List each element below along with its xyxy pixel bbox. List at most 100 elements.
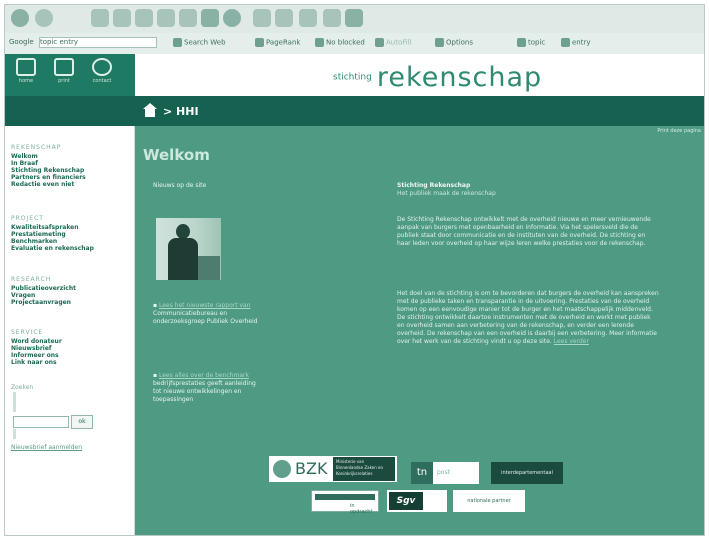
sidebar-link[interactable]: Redactie even niet: [11, 181, 74, 188]
body-paragraph: Het doel van de stichting is om te bevor…: [397, 290, 659, 346]
messenger-icon[interactable]: [345, 9, 363, 27]
news-text: bedrijfsprestaties geeft aanleiding tot …: [153, 380, 256, 403]
tnt-logo[interactable]: tn post: [411, 462, 479, 484]
newsletter-link[interactable]: Nieuwsbrief aanmelden: [11, 444, 82, 451]
sidebar-link[interactable]: Informeer ons: [11, 352, 59, 359]
site-logo[interactable]: stichting rekenschap: [333, 62, 542, 93]
partner-logo[interactable]: interdepartementaal: [491, 462, 563, 484]
pagerank-icon: [255, 38, 264, 47]
print-icon[interactable]: [275, 9, 293, 27]
sidebar-link[interactable]: Vragen: [11, 292, 35, 299]
news-link[interactable]: Lees het nieuwste rapport van: [159, 302, 251, 309]
options-label: Options: [446, 38, 474, 47]
pagerank-button[interactable]: PageRank: [255, 38, 300, 47]
pagerank-label: PageRank: [266, 38, 301, 47]
back-icon[interactable]: [11, 9, 29, 27]
google-search-input[interactable]: topic entry: [39, 37, 157, 48]
sidebar-section-title: RESEARCH: [11, 276, 52, 283]
sidebar-search-button[interactable]: ok: [71, 415, 93, 429]
sidebar-link[interactable]: Kwaliteitsafspraken: [11, 224, 79, 231]
news-text: Communicatiebureau en onderzoeksgroep Pu…: [153, 310, 258, 325]
search-input-value: topic entry: [40, 38, 78, 46]
brand-small: stichting: [333, 72, 372, 83]
favorites-star-icon[interactable]: [179, 9, 197, 27]
tnt-mark: tn: [411, 462, 433, 484]
stop-icon[interactable]: [91, 9, 109, 27]
popup-blocker-button[interactable]: No blocked: [315, 38, 365, 47]
refresh-icon[interactable]: [113, 9, 131, 27]
nav-bar: > HHI: [5, 96, 704, 126]
history-icon[interactable]: [223, 9, 241, 27]
sidebar-link[interactable]: Evaluatie en rekenschap: [11, 245, 94, 252]
search-icon: [173, 38, 182, 47]
search-icon[interactable]: [157, 9, 175, 27]
header-home-button[interactable]: home: [13, 58, 39, 92]
header-contact-button[interactable]: contact: [89, 58, 115, 92]
highlight-icon: [517, 38, 526, 47]
header-print-button[interactable]: print: [51, 58, 77, 92]
blocker-label: No blocked: [326, 38, 365, 47]
autofill-icon: [375, 38, 384, 47]
sidebar-section-title: PROJECT: [11, 215, 44, 222]
divider: [13, 429, 16, 439]
contact-label: contact: [92, 78, 112, 84]
page-title: Welkom: [143, 146, 210, 164]
intro-title: Stichting Rekenschap: [397, 182, 471, 189]
sidebar-link[interactable]: Stichting Rekenschap: [11, 167, 84, 174]
site-header: home print contact stichting rekenschap: [5, 54, 704, 96]
forward-icon[interactable]: [35, 9, 53, 27]
autofill-label: AutoFill: [386, 38, 412, 47]
news-item: ▪ Lees het nieuwste rapport van Communic…: [153, 302, 263, 326]
browser-toolbar: [5, 5, 704, 34]
print-page-link[interactable]: Print deze pagina: [657, 128, 701, 134]
highlight-label-2: entry: [572, 38, 591, 47]
search-web-label: Search Web: [184, 38, 226, 47]
home-icon[interactable]: [135, 9, 153, 27]
highlight-item-2[interactable]: entry: [561, 38, 591, 47]
news-caption: Nieuws op de site: [153, 182, 207, 189]
sidebar-link[interactable]: Projectaanvragen: [11, 299, 71, 306]
media-icon[interactable]: [201, 9, 219, 27]
read-more-link[interactable]: Lees verder: [554, 338, 589, 345]
sidebar-link[interactable]: Partners en financiers: [11, 174, 86, 181]
sidebar-link[interactable]: Word donateur: [11, 338, 62, 345]
breadcrumb[interactable]: > HHI: [163, 105, 199, 118]
search-web-button[interactable]: Search Web: [173, 38, 226, 47]
sidebar-search-input[interactable]: [13, 416, 69, 428]
news-link[interactable]: Lees alles over de benchmark: [159, 372, 249, 379]
sidebar-link[interactable]: Prestatiemeting: [11, 231, 66, 238]
sidebar-link[interactable]: Publicatieoverzicht: [11, 285, 76, 292]
speaker-photo: [156, 218, 221, 280]
body-paragraph-text: Het doel van de stichting is om te bevor…: [397, 290, 659, 345]
mail-icon[interactable]: [253, 9, 271, 27]
crest-icon: [273, 460, 291, 478]
sidebar-section-title: SERVICE: [11, 329, 44, 336]
sidebar-link[interactable]: Benchmarken: [11, 238, 57, 245]
bzk-subtitle: Ministerie van Binnenlandse Zaken en Kon…: [336, 459, 384, 476]
sidebar-link[interactable]: In Braaf: [11, 160, 38, 167]
sgv-mark: Sgv: [389, 492, 423, 510]
header-icon-bar: home print contact: [5, 54, 135, 96]
home-label: home: [18, 78, 34, 84]
discuss-icon[interactable]: [323, 9, 341, 27]
google-toolbar: Google topic entry Search Web PageRank N…: [5, 33, 704, 55]
highlight-item-1[interactable]: topic: [517, 38, 545, 47]
browser-window: Google topic entry Search Web PageRank N…: [4, 4, 705, 536]
partner-logo-text: nationale partner: [467, 498, 511, 504]
edit-icon[interactable]: [299, 9, 317, 27]
partner-logo-text: interdepartementaal: [501, 470, 553, 476]
sidebar-link[interactable]: Welkom: [11, 153, 38, 160]
search-label: Zoeken: [11, 384, 34, 391]
options-button[interactable]: Options: [435, 38, 473, 47]
sidebar-link[interactable]: Link naar ons: [11, 359, 57, 366]
highlight-icon: [561, 38, 570, 47]
sidebar-link[interactable]: Nieuwsbrief: [11, 345, 52, 352]
partner-logo[interactable]: in opdracht: [311, 490, 379, 515]
blocker-icon: [315, 38, 324, 47]
bzk-logo[interactable]: BZK Ministerie van Binnenlandse Zaken en…: [269, 456, 397, 482]
home-icon[interactable]: [143, 103, 157, 117]
partner-logo[interactable]: nationale partner: [453, 490, 525, 512]
autofill-button[interactable]: AutoFill: [375, 38, 412, 47]
sgv-logo[interactable]: Sgv: [387, 490, 447, 512]
home-icon: [16, 58, 36, 76]
